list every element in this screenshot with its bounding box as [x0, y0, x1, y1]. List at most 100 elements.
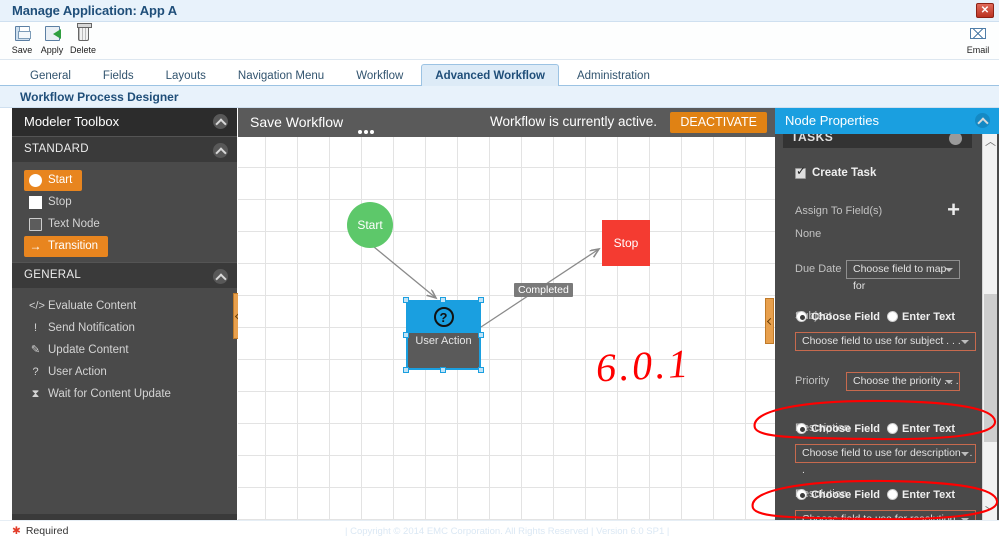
resize-handle[interactable] [403, 367, 409, 373]
priority-select[interactable]: Choose the priority . . . [846, 372, 960, 391]
assign-to-fields-value: None [795, 228, 822, 240]
tool-item-label: Wait for Content Update [48, 388, 171, 400]
assign-to-fields-value-row: None [787, 224, 968, 242]
add-icon[interactable]: + [947, 199, 960, 221]
subject-radio-group: Choose Field Enter Text [795, 308, 962, 326]
priority-row: Priority Choose the priority . . . [787, 372, 968, 391]
description-choose-field-label: Choose Field [810, 422, 881, 435]
resize-handle[interactable] [440, 297, 446, 303]
deactivate-button[interactable]: DEACTIVATE [670, 112, 767, 133]
edge-label-completed[interactable]: Completed [514, 283, 573, 297]
document-icon [29, 218, 42, 231]
close-icon[interactable]: ✕ [976, 3, 994, 18]
chevron-up-icon[interactable] [949, 134, 962, 145]
copyright-text: | Copyright © 2014 EMC Corporation. All … [345, 526, 670, 537]
canvas-node-start[interactable]: Start [347, 202, 393, 248]
tool-item-user-action[interactable]: ? User Action [24, 362, 117, 383]
chevron-up-icon[interactable] [213, 114, 228, 129]
tool-item-label: Update Content [48, 344, 129, 356]
subject-enter-text-radio[interactable] [887, 311, 899, 323]
tool-item-label: Transition [48, 240, 99, 252]
question-icon: ? [433, 307, 454, 327]
properties-collapse-handle[interactable] [765, 298, 774, 344]
resolution-choose-field-radio[interactable] [795, 489, 807, 501]
priority-label: Priority [795, 375, 830, 387]
toolbox-group-standard-header[interactable]: STANDARD [12, 136, 237, 162]
tool-item-label: Text Node [48, 218, 100, 230]
toolbox-group-general-header[interactable]: GENERAL [12, 262, 237, 288]
chevron-up-icon[interactable] [213, 143, 228, 158]
toolbox-header: Modeler Toolbox [12, 108, 237, 136]
resize-handle[interactable] [478, 332, 484, 338]
canvas-node-stop[interactable]: Stop [602, 220, 650, 266]
subject-choose-field-radio[interactable] [795, 311, 807, 323]
priority-select-value: Choose the priority . . . [853, 375, 959, 387]
page-title: Manage Application: App A [12, 3, 178, 18]
description-row: Description Choose Field Enter Text [787, 419, 968, 438]
main-tabs: General Fields Layouts Navigation Menu W… [0, 60, 999, 89]
resolution-field-select[interactable]: Choose field to use for resolution . . . [795, 510, 976, 520]
tool-item-update-content[interactable]: ✎ Update Content [24, 340, 139, 361]
email-button[interactable]: Email [961, 24, 995, 55]
resolution-enter-text-radio[interactable] [887, 489, 899, 501]
envelope-icon [961, 24, 995, 44]
modeler-toolbox-panel: Modeler Toolbox STANDARD Start Stop Text… [12, 108, 237, 520]
create-task-checkbox[interactable] [795, 165, 806, 179]
properties-scrollbar[interactable]: ︿ ﹀ [982, 134, 997, 520]
scrollbar-thumb[interactable] [984, 294, 997, 442]
node-header-band: ? [408, 302, 479, 333]
due-date-select-value: Choose field to map for [853, 263, 947, 292]
delete-button[interactable]: Delete [66, 22, 100, 55]
workflow-canvas[interactable]: Start Stop ? User Action Completed 6.0.1 [238, 137, 775, 520]
resize-handle[interactable] [403, 297, 409, 303]
create-task-row[interactable]: Create Task [787, 165, 968, 183]
required-star-icon: ✱ [12, 525, 21, 537]
canvas-node-user-action-label: User Action [415, 335, 472, 347]
save-workflow-button[interactable]: Save Workflow [250, 114, 343, 130]
subject-field-select[interactable]: Choose field to use for subject . . . [795, 332, 976, 351]
resize-handle[interactable] [478, 297, 484, 303]
description-choose-field-radio[interactable] [795, 423, 807, 435]
description-enter-text-radio[interactable] [887, 423, 899, 435]
workflow-edges [373, 246, 775, 328]
tool-item-stop[interactable]: Stop [24, 192, 82, 213]
code-icon: </> [29, 300, 45, 312]
tool-item-label: Stop [48, 196, 72, 208]
tool-item-start[interactable]: Start [24, 170, 83, 191]
save-button[interactable]: Save [5, 24, 39, 55]
resolution-enter-text-label: Enter Text [902, 488, 955, 501]
toolbox-group-general-items: </> Evaluate Content ! Send Notification… [12, 288, 237, 410]
required-legend: ✱ Required [12, 525, 68, 537]
edit-icon: ✎ [30, 344, 41, 356]
description-field-select[interactable]: Choose field to use for description . . … [795, 444, 976, 476]
chevron-up-icon[interactable] [975, 113, 990, 128]
resize-handle[interactable] [478, 367, 484, 373]
red-annotation-version: 6.0.1 [594, 340, 693, 391]
tool-item-transition[interactable]: → Transition [24, 236, 109, 257]
save-button-label: Save [11, 45, 33, 55]
subject-choose-field-label: Choose Field [810, 310, 881, 323]
assign-to-fields-label: Assign To Field(s) [795, 205, 883, 217]
required-label: Required [25, 525, 69, 537]
due-date-select[interactable]: Choose field to map for [846, 260, 960, 292]
resize-handle[interactable] [440, 367, 446, 373]
action-toolbar: Save Apply Delete Email [0, 22, 999, 60]
tool-item-label: User Action [48, 366, 107, 378]
canvas-node-user-action[interactable]: ? User Action [403, 297, 484, 373]
tool-item-evaluate-content[interactable]: </> Evaluate Content [24, 296, 146, 317]
scroll-up-icon[interactable]: ︿ [983, 134, 998, 150]
square-icon [29, 196, 42, 209]
tool-item-send-notification[interactable]: ! Send Notification [24, 318, 145, 339]
tool-item-wait-for-content-update[interactable]: ⧗ Wait for Content Update [24, 384, 181, 405]
toolbox-group-standard-title: STANDARD [24, 143, 89, 155]
chevron-down-icon [961, 340, 969, 344]
tool-item-text-node[interactable]: Text Node [24, 214, 110, 235]
resize-handle[interactable] [403, 332, 409, 338]
chevron-up-icon[interactable] [213, 269, 228, 284]
properties-section-tasks[interactable]: TASKS [783, 134, 972, 148]
apply-button[interactable]: Apply [35, 24, 69, 55]
toolbox-group-general-title: GENERAL [24, 269, 82, 281]
scroll-down-icon[interactable]: ﹀ [983, 504, 998, 520]
workflow-status-text: Workflow is currently active. [490, 114, 658, 129]
properties-section-tasks-title: TASKS [791, 134, 834, 144]
